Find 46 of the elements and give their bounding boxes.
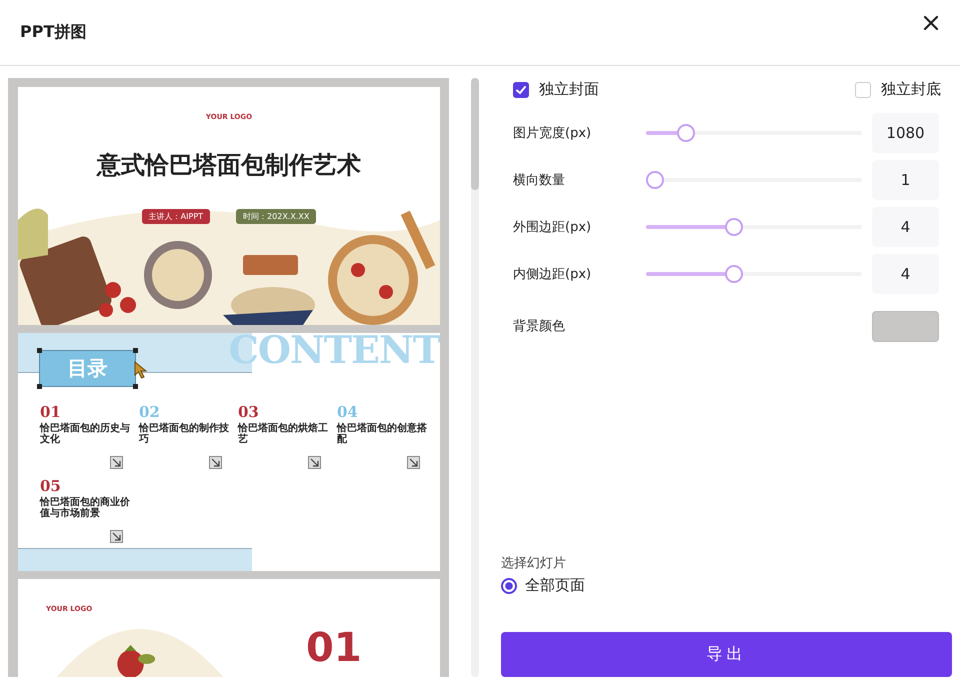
presenter-label: 主讲人：AIPPT (142, 209, 210, 224)
section-number: 03 (238, 403, 260, 421)
section-label: 选择幻灯片 (501, 555, 567, 572)
arrow-icon (110, 456, 123, 469)
radio-button[interactable]: 全部页面 (501, 576, 952, 595)
section-title: 恰巴塔面包的制作技巧 (139, 423, 230, 447)
number-field[interactable]: 1 (872, 160, 939, 200)
resize-handle[interactable] (133, 384, 138, 389)
color-picker[interactable] (872, 310, 939, 342)
scrollbar[interactable] (471, 78, 479, 677)
slider[interactable] (646, 264, 862, 282)
slide-title: 意式恰巴塔面包制作艺术 (95, 150, 362, 181)
arrow-icon (209, 456, 222, 469)
resize-handle[interactable] (37, 348, 42, 353)
slider[interactable] (646, 124, 862, 142)
number-field[interactable]: 1080 (872, 112, 939, 152)
checkbox[interactable]: 独立封底 (855, 80, 941, 99)
checkbox[interactable]: 独立封面 (513, 80, 599, 99)
arrow-icon (407, 456, 420, 469)
section-title: 恰巴塔面包的历史与文化 (40, 423, 131, 447)
section-title: 恰巴塔面包的商业价值与市场前景 (40, 497, 131, 521)
slider[interactable] (646, 218, 862, 236)
check-icon (515, 84, 527, 96)
section-number: 04 (337, 403, 359, 421)
arrow-icon (308, 456, 321, 469)
resize-handle[interactable] (37, 384, 42, 389)
number-field[interactable]: 4 (872, 206, 939, 246)
slider-label: 图片宽度(px) (513, 124, 592, 142)
section-number: 05 (40, 477, 62, 495)
color-label: 背景颜色 (513, 318, 566, 335)
slider-label: 外围边距(px) (513, 218, 592, 236)
date-label: 时间：202X.X.XX (236, 209, 316, 224)
slider[interactable] (646, 170, 862, 188)
slider-label: 横向数量 (513, 172, 566, 188)
arrow-icon (110, 530, 123, 543)
dialog-title: PPT拼图 (20, 22, 86, 43)
section-title: 恰巴塔面包的创意搭配 (337, 423, 428, 447)
resize-handle[interactable] (133, 348, 138, 353)
number-field[interactable]: 4 (872, 254, 939, 294)
slider-label: 内侧边距(px) (513, 266, 592, 282)
cursor-icon (134, 361, 148, 379)
section-number: 01 (306, 625, 362, 671)
section-title: 恰巴塔面包的烘焙工艺 (238, 423, 329, 447)
export-button[interactable]: 导出 (501, 632, 952, 677)
section-number: 02 (139, 403, 161, 421)
section-number: 01 (40, 403, 62, 421)
